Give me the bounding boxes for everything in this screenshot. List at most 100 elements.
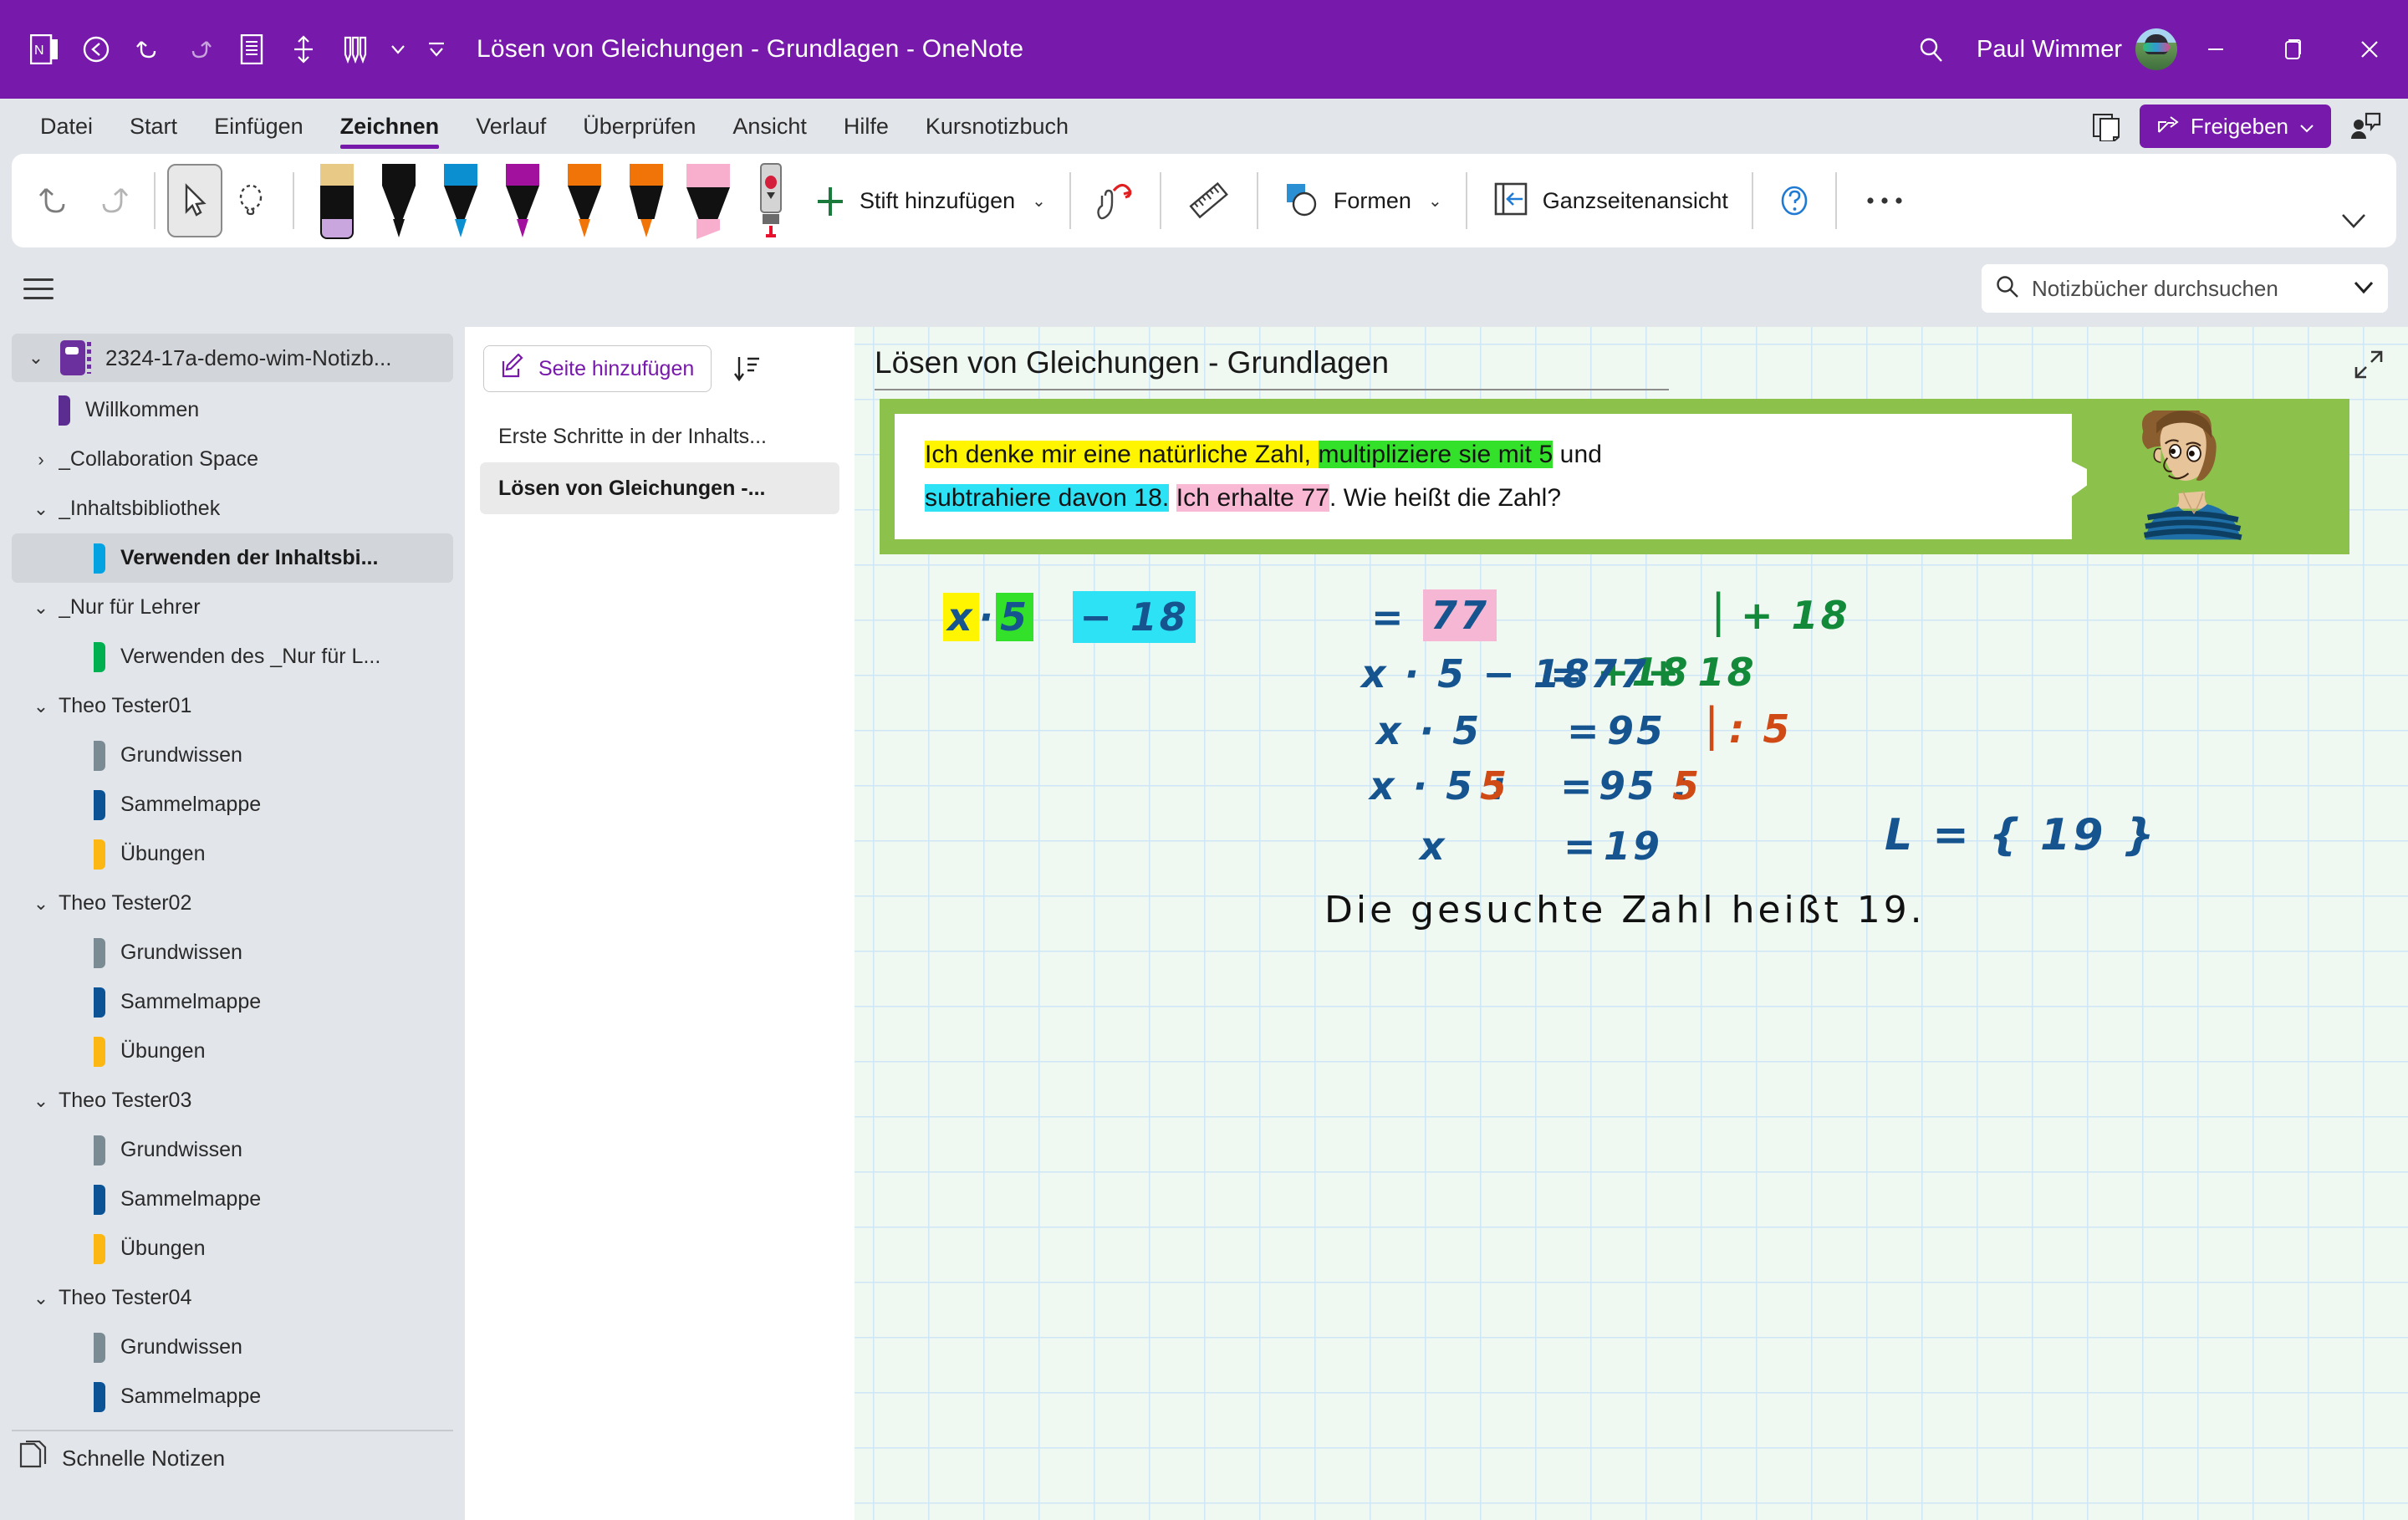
sidebar-item-nur-fuer-lehrer[interactable]: ⌄ _Nur für Lehrer — [12, 583, 453, 632]
sidebar-item-uebungen-1[interactable]: Übungen — [12, 829, 453, 879]
shapes-group[interactable]: Formen ⌄ — [1270, 179, 1454, 223]
page-title-area[interactable]: Lösen von Gleichungen - Grundlagen — [875, 345, 2346, 390]
page-list-item-1[interactable]: Erste Schritte in der Inhalts... — [480, 411, 839, 462]
onenote-icon[interactable]: N — [18, 23, 70, 75]
sidebar-item-theo-tester04[interactable]: ⌄ Theo Tester04 — [12, 1273, 453, 1323]
undo-icon[interactable] — [25, 167, 84, 234]
sidebar-item-grundwissen-4[interactable]: Grundwissen — [12, 1323, 453, 1372]
tab-hilfe[interactable]: Hilfe — [825, 99, 907, 154]
undo-icon[interactable] — [122, 23, 174, 75]
notebook-search-box[interactable] — [1982, 264, 2388, 313]
sidebar-item-grundwissen-2[interactable]: Grundwissen — [12, 928, 453, 977]
chevron-down-icon[interactable]: ⌄ — [23, 689, 59, 724]
tab-zeichnen[interactable]: Zeichnen — [322, 99, 458, 154]
hamburger-menu-icon[interactable] — [17, 267, 60, 310]
lasso-select-icon[interactable] — [222, 167, 281, 234]
highlighter-pink[interactable] — [685, 164, 732, 237]
page-list-icon[interactable] — [226, 23, 278, 75]
avatar[interactable] — [2135, 28, 2177, 70]
chevron-down-icon[interactable]: ⌄ — [23, 492, 59, 527]
note-canvas[interactable]: Lösen von Gleichungen - Grundlagen Ich d… — [855, 327, 2408, 1520]
sidebar-item-theo-tester01[interactable]: ⌄ Theo Tester01 — [12, 681, 453, 731]
ink-gesture-icon[interactable] — [1083, 167, 1148, 234]
pen-blue[interactable] — [437, 164, 484, 237]
customize-qat-icon[interactable] — [415, 23, 458, 75]
close-button[interactable] — [2331, 0, 2408, 99]
chevron-down-icon[interactable]: ⌄ — [18, 340, 54, 375]
back-icon[interactable] — [70, 23, 122, 75]
chevron-down-icon[interactable] — [2353, 279, 2375, 298]
draw-toolbar-region: Stift hinzufügen ⌄ Formen ⌄ Ganzseitenan… — [0, 154, 2408, 250]
sidebar-item-sammelmappe-1[interactable]: Sammelmappe — [12, 780, 453, 829]
sidebar-item-theo-tester02[interactable]: ⌄ Theo Tester02 — [12, 879, 453, 928]
tab-ansicht[interactable]: Ansicht — [714, 99, 825, 154]
restore-button[interactable] — [2254, 0, 2331, 99]
search-icon[interactable] — [1895, 0, 1968, 99]
object-select-icon[interactable] — [167, 164, 222, 237]
pen-black[interactable] — [375, 164, 422, 237]
chevron-right-icon[interactable]: › — [23, 442, 59, 477]
pen-orange[interactable] — [561, 164, 608, 237]
sidebar-item-uebungen-3[interactable]: Übungen — [12, 1224, 453, 1273]
sidebar-item-collaboration-space[interactable]: › _Collaboration Space — [12, 435, 453, 484]
redo-icon[interactable] — [84, 167, 142, 234]
sidebar-item-sammelmappe-4[interactable]: Sammelmappe — [12, 1372, 453, 1421]
sidebar-item-grundwissen-3[interactable]: Grundwissen — [12, 1125, 453, 1175]
app-name: OneNote — [922, 35, 1023, 63]
tab-start[interactable]: Start — [111, 99, 196, 154]
chevron-down-icon[interactable]: ⌄ — [23, 590, 59, 625]
sidebar-item-quick-notes[interactable]: Schnelle Notizen — [0, 1431, 465, 1485]
expand-page-icon[interactable] — [2351, 347, 2386, 382]
redo-icon[interactable] — [174, 23, 226, 75]
page-list-item-2[interactable]: Lösen von Gleichungen -... — [480, 462, 839, 514]
sidebar-item-label: Sammelmappe — [120, 1385, 261, 1409]
tab-datei[interactable]: Datei — [22, 99, 111, 154]
sidebar-item-willkommen[interactable]: Willkommen — [12, 385, 453, 435]
pen-purple[interactable] — [499, 164, 546, 237]
people-comment-icon[interactable] — [2338, 102, 2393, 150]
tab-ueberpruefen[interactable]: Überprüfen — [564, 99, 714, 154]
expand-vertical-icon[interactable] — [278, 23, 329, 75]
tab-kursnotizbuch[interactable]: Kursnotizbuch — [907, 99, 1087, 154]
add-page-button[interactable]: Seite hinzufügen — [483, 345, 712, 392]
sidebar-item-label: _Collaboration Space — [59, 447, 258, 472]
chevron-down-icon[interactable]: ⌄ — [23, 1084, 59, 1119]
sidebar-item-verwenden-des-nur-fuer-lehrer[interactable]: Verwenden des _Nur für L... — [12, 632, 453, 681]
sidebar-item-label: _Nur für Lehrer — [59, 595, 201, 620]
chevron-down-icon[interactable] — [381, 23, 415, 75]
help-circle-icon[interactable] — [1765, 167, 1824, 234]
pen-tan[interactable] — [314, 164, 360, 237]
page-view-icon[interactable] — [2079, 102, 2133, 150]
chevron-down-icon[interactable]: ⌄ — [23, 1281, 59, 1316]
pencil-tool-icon[interactable] — [751, 161, 791, 241]
fullpage-group[interactable]: Ganzseitenansicht — [1479, 179, 1740, 223]
user-name[interactable]: Paul Wimmer — [1968, 36, 2135, 64]
add-pen-group[interactable]: Stift hinzufügen ⌄ — [803, 184, 1058, 217]
handwriting-line5-lhs: x — [1420, 824, 1447, 869]
speech-bubble: Ich denke mir eine natürliche Zahl, mult… — [895, 414, 2072, 539]
sidebar-item-uebungen-2[interactable]: Übungen — [12, 1027, 453, 1076]
search-input[interactable] — [2032, 276, 2341, 302]
sidebar-item-grundwissen-1[interactable]: Grundwissen — [12, 731, 453, 780]
problem-segment-2: multipliziere sie mit 5 — [1319, 441, 1553, 468]
share-button[interactable]: Freigeben — [2140, 105, 2331, 148]
pens-icon[interactable] — [329, 23, 381, 75]
tab-verlauf[interactable]: Verlauf — [457, 99, 564, 154]
sidebar-item-theo-tester03[interactable]: ⌄ Theo Tester03 — [12, 1076, 453, 1125]
sidebar-item-sammelmappe-2[interactable]: Sammelmappe — [12, 977, 453, 1027]
collapse-ribbon-icon[interactable] — [2339, 210, 2368, 236]
minimize-button[interactable] — [2177, 0, 2254, 99]
page-title[interactable]: Lösen von Gleichungen - Grundlagen — [875, 345, 2346, 389]
ruler-icon[interactable] — [1173, 167, 1245, 234]
pen-orange2[interactable] — [623, 164, 670, 237]
chevron-down-icon[interactable]: ⌄ — [23, 886, 59, 921]
quick-notes-label: Schnelle Notizen — [62, 1446, 225, 1472]
more-ellipsis-icon[interactable] — [1849, 167, 1921, 234]
tab-einfuegen[interactable]: Einfügen — [196, 99, 322, 154]
sidebar-item-verwenden-der-inhaltsbibliothek[interactable]: Verwenden der Inhaltsbi... — [12, 533, 453, 583]
sort-icon[interactable] — [727, 349, 767, 389]
notebook-row[interactable]: ⌄ 2324-17a-demo-wim-Notizb... — [12, 334, 453, 382]
sidebar-item-sammelmappe-3[interactable]: Sammelmappe — [12, 1175, 453, 1224]
titlebar-right: Paul Wimmer — [1895, 0, 2408, 99]
sidebar-item-inhaltsbibliothek[interactable]: ⌄ _Inhaltsbibliothek — [12, 484, 453, 533]
